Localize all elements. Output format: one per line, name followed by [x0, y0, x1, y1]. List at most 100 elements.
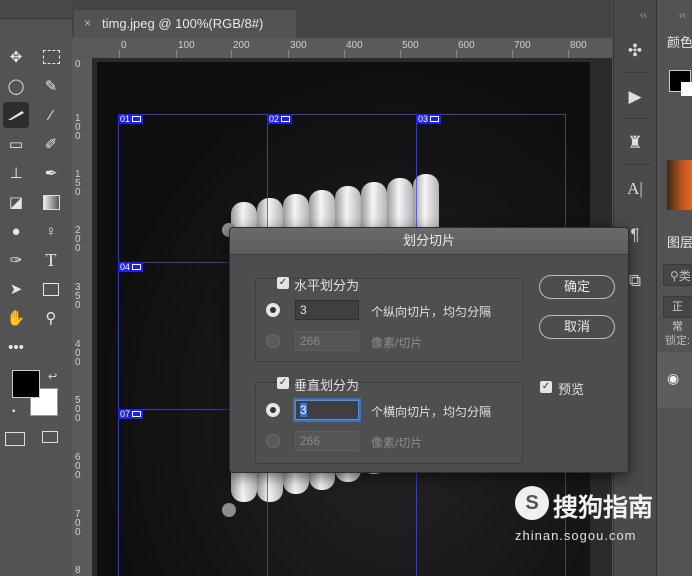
layer-search-input[interactable]: ⚲类 — [663, 264, 692, 286]
play-icon[interactable]: ▶ — [622, 84, 648, 110]
slice-label[interactable]: 02 — [267, 114, 293, 124]
color-spectrum[interactable] — [667, 160, 692, 210]
tools-panel-header — [0, 0, 72, 19]
vertical-pixels-suffix: 像素/切片 — [371, 436, 423, 450]
ruler-tick — [568, 50, 569, 58]
h-ruler-label: 200 — [233, 40, 250, 51]
watermark-text: 搜狗指南 — [553, 494, 654, 522]
swap-colors-icon[interactable]: ↩ — [48, 370, 57, 383]
divider — [620, 72, 650, 73]
hand-icon[interactable]: ✋ — [3, 305, 29, 331]
lock-label: 锁定: — [665, 335, 691, 347]
collapse-panels-icon[interactable]: ‹‹ — [640, 10, 647, 21]
v-ruler-label: 8 — [75, 565, 81, 576]
layers-panel-tab[interactable]: 图层 — [667, 232, 692, 251]
slice-icon[interactable] — [3, 102, 29, 128]
stamp-icon[interactable]: ⊥ — [3, 160, 29, 186]
h-ruler-label: 100 — [178, 40, 195, 51]
eraser-icon[interactable]: ◪ — [3, 189, 29, 215]
horizontal-ruler[interactable]: 0 100 200 300 400 500 600 700 800 — [92, 38, 612, 59]
ruler-tick — [176, 50, 177, 58]
blend-mode-select[interactable]: 正常 — [663, 296, 692, 333]
horizontal-count-radio[interactable] — [266, 303, 280, 317]
lasso-icon[interactable]: ◯ — [3, 73, 29, 99]
v-ruler-label: 3 5 0 — [75, 282, 81, 311]
default-colors-icon[interactable]: ▪ — [12, 406, 16, 417]
brush-icon[interactable]: ✐ — [38, 131, 64, 157]
search-icon: ⚲ — [670, 269, 679, 283]
horizontal-count-input[interactable]: 3 — [295, 300, 359, 320]
cancel-button[interactable]: 取消 — [539, 315, 615, 339]
horizontal-divide-label: 水平划分为 — [294, 278, 360, 293]
rectangle-icon[interactable] — [38, 276, 64, 302]
ruler-tick — [119, 50, 120, 58]
character-icon[interactable]: A| — [622, 176, 648, 202]
vertical-divide-label: 垂直划分为 — [294, 378, 360, 393]
path-select-icon[interactable]: ➤ — [3, 276, 29, 302]
vertical-count-input[interactable]: 3 — [295, 400, 359, 420]
ruler-tick — [344, 50, 345, 58]
history-brush-icon[interactable]: ✒ — [38, 160, 64, 186]
blur-icon[interactable]: ● — [3, 218, 29, 244]
dodge-icon[interactable]: ♀ — [38, 218, 64, 244]
slice-label[interactable]: 03 — [416, 114, 442, 124]
h-ruler-label: 0 — [121, 40, 127, 51]
dialog-title: 划分切片 — [230, 228, 628, 255]
color-panel-background[interactable] — [681, 82, 692, 96]
slice-label[interactable]: 07 — [118, 409, 144, 419]
v-ruler-label: 5 0 0 — [75, 395, 81, 424]
quick-mask-icon[interactable] — [5, 432, 25, 446]
tab-close-icon[interactable]: × — [84, 16, 91, 30]
ruler-tick — [456, 50, 457, 58]
marquee-icon[interactable] — [38, 44, 64, 70]
foreground-color-chip[interactable] — [12, 370, 40, 398]
ok-button[interactable]: 确定 — [539, 275, 615, 299]
vertical-ruler[interactable]: 0 1 0 0 1 5 0 2 0 0 3 5 0 4 0 0 5 0 0 6 … — [72, 58, 93, 576]
vertical-count-radio[interactable] — [266, 403, 280, 417]
eyedropper-icon[interactable]: ⁄ — [38, 102, 64, 128]
gradient-icon[interactable] — [38, 189, 64, 215]
collapse-panels-icon[interactable]: ‹‹ — [679, 10, 686, 21]
type-icon[interactable]: T — [38, 247, 64, 273]
v-ruler-label: 0 — [75, 59, 81, 70]
pen-icon[interactable]: ✑ — [3, 247, 29, 273]
cube-icon[interactable]: ♜ — [622, 130, 648, 156]
divider — [620, 164, 650, 165]
layer-row[interactable]: ◉ — [657, 352, 692, 408]
h-ruler-label: 300 — [290, 40, 307, 51]
vertical-count-suffix: 个横向切片，均匀分隔 — [371, 405, 492, 419]
h-ruler-label: 400 — [346, 40, 363, 51]
h-ruler-label: 500 — [402, 40, 419, 51]
quick-select-icon[interactable]: ✎ — [38, 73, 64, 99]
v-ruler-label: 7 0 0 — [75, 509, 81, 538]
ruler-tick — [512, 50, 513, 58]
preview-label: 预览 — [558, 382, 585, 397]
color-panel-tab[interactable]: 颜色 — [667, 32, 692, 51]
vertical-pixels-input[interactable]: 266 — [295, 431, 359, 451]
v-ruler-label: 2 0 0 — [75, 225, 81, 254]
puzzle-icon[interactable]: ✣ — [622, 38, 648, 64]
h-ruler-label: 600 — [458, 40, 475, 51]
zoom-icon[interactable]: ⚲ — [38, 305, 64, 331]
slice-label[interactable]: 04 — [118, 262, 144, 272]
v-ruler-label: 1 0 0 — [75, 113, 81, 142]
horizontal-count-suffix: 个纵向切片，均匀分隔 — [371, 305, 492, 319]
slice-line — [118, 114, 119, 576]
move-icon[interactable]: ✥ — [3, 44, 29, 70]
watermark-url: zhinan.sogou.com — [515, 528, 637, 543]
v-ruler-label: 4 0 0 — [75, 339, 81, 368]
horizontal-divide-checkbox[interactable]: ✓ — [277, 277, 289, 289]
more-icon[interactable]: ••• — [3, 334, 29, 360]
horizontal-pixels-radio[interactable] — [266, 334, 280, 348]
vertical-pixels-radio[interactable] — [266, 434, 280, 448]
ruler-tick — [231, 50, 232, 58]
preview-checkbox[interactable]: ✓ — [540, 381, 552, 393]
healing-icon[interactable]: ▭ — [3, 131, 29, 157]
slice-label[interactable]: 01 — [118, 114, 144, 124]
divide-slice-dialog: 划分切片 ✓ 水平划分为 3 个纵向切片，均匀分隔 266 像素/切片 ✓ 垂直… — [229, 227, 629, 473]
eye-icon[interactable]: ◉ — [667, 370, 679, 387]
vertical-divide-checkbox[interactable]: ✓ — [277, 377, 289, 389]
horizontal-pixels-input[interactable]: 266 — [295, 331, 359, 351]
screen-mode-icon[interactable] — [42, 431, 58, 443]
document-tab[interactable]: × timg.jpeg @ 100%(RGB/8#) — [74, 10, 296, 38]
